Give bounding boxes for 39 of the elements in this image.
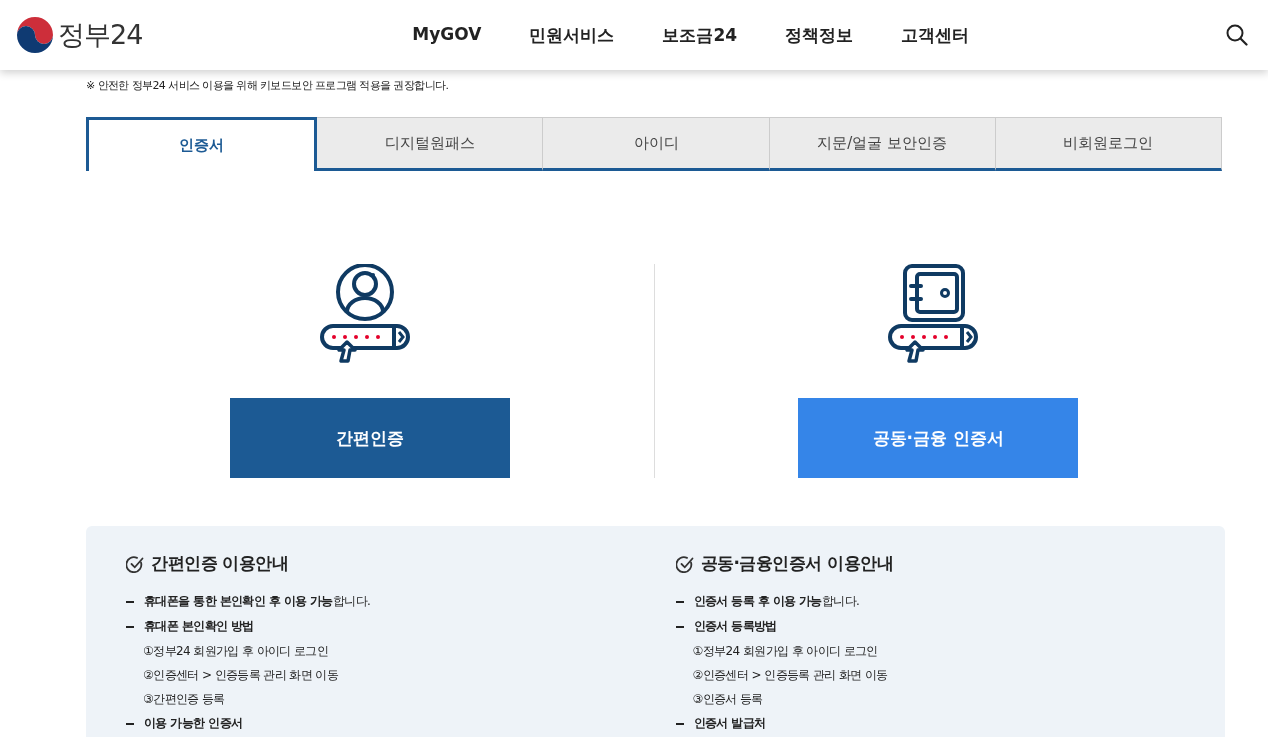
guide-text: 인증서 등록방법 (693, 618, 777, 635)
guide-text: 인증서 발급처 (693, 715, 766, 732)
dash-icon (675, 722, 684, 725)
tab[interactable]: 지문/얼굴 보안인증 (769, 117, 996, 171)
guide-text: 인증서 등록 후 이용 가능합니다. (693, 593, 860, 610)
tab[interactable]: 인증서 (86, 117, 318, 171)
dash-icon (126, 722, 134, 725)
guide-title: 공동·금융인증서 이용안내 (700, 552, 894, 575)
dash-icon (675, 625, 684, 628)
guide-text: 휴대폰을 통한 본인확인 후 이용 가능합니다. (144, 593, 371, 610)
nav-link[interactable]: 고객센터 (901, 23, 970, 47)
guide-text: 이용 가능한 인증서 (144, 715, 243, 732)
nav-link[interactable]: 민원서비스 (529, 23, 615, 47)
tab[interactable]: 비회원로그인 (995, 117, 1222, 171)
guide-step: ③인증서 등록 (675, 687, 1225, 711)
search-button[interactable] (1226, 24, 1248, 46)
guide-step: ①정부24 회원가입 후 아이디 로그인 (675, 639, 1225, 663)
guide-step: ③간편인증 등록 (126, 687, 676, 711)
notice-text: ※ 안전한 정부24 서비스 이용을 위해 키보드보안 프로그램 적용을 권장합니다. (86, 78, 450, 94)
tab[interactable]: 디지털원패스 (317, 117, 544, 171)
guide-step: ②인증센터 > 인증등록 관리 화면 이동 (675, 663, 1225, 687)
tab[interactable]: 아이디 (543, 117, 770, 171)
nav-link[interactable]: 정책정보 (785, 23, 854, 47)
check-circle-icon (126, 554, 144, 573)
guide-step: ②인증센터 > 인증등록 관리 화면 이동 (126, 663, 676, 687)
login-button[interactable]: 간편인증 (229, 398, 510, 478)
nav-link[interactable]: 보조금24 (662, 23, 738, 47)
guide-text: 휴대폰 본인확인 방법 (144, 618, 254, 635)
search-icon (1226, 24, 1248, 46)
dash-icon (675, 600, 684, 603)
emblem-icon (16, 16, 54, 54)
login-button[interactable]: 공동·금융 인증서 (798, 398, 1079, 478)
guide-step: ①정부24 회원가입 후 아이디 로그인 (126, 639, 676, 663)
check-circle-icon (675, 554, 694, 573)
dash-icon (126, 600, 134, 603)
logo-text[interactable]: 정부24 (58, 17, 143, 53)
dash-icon (126, 625, 134, 628)
guide-title: 간편인증 이용안내 (151, 552, 289, 575)
nav-link[interactable]: MyGOV (412, 23, 482, 47)
